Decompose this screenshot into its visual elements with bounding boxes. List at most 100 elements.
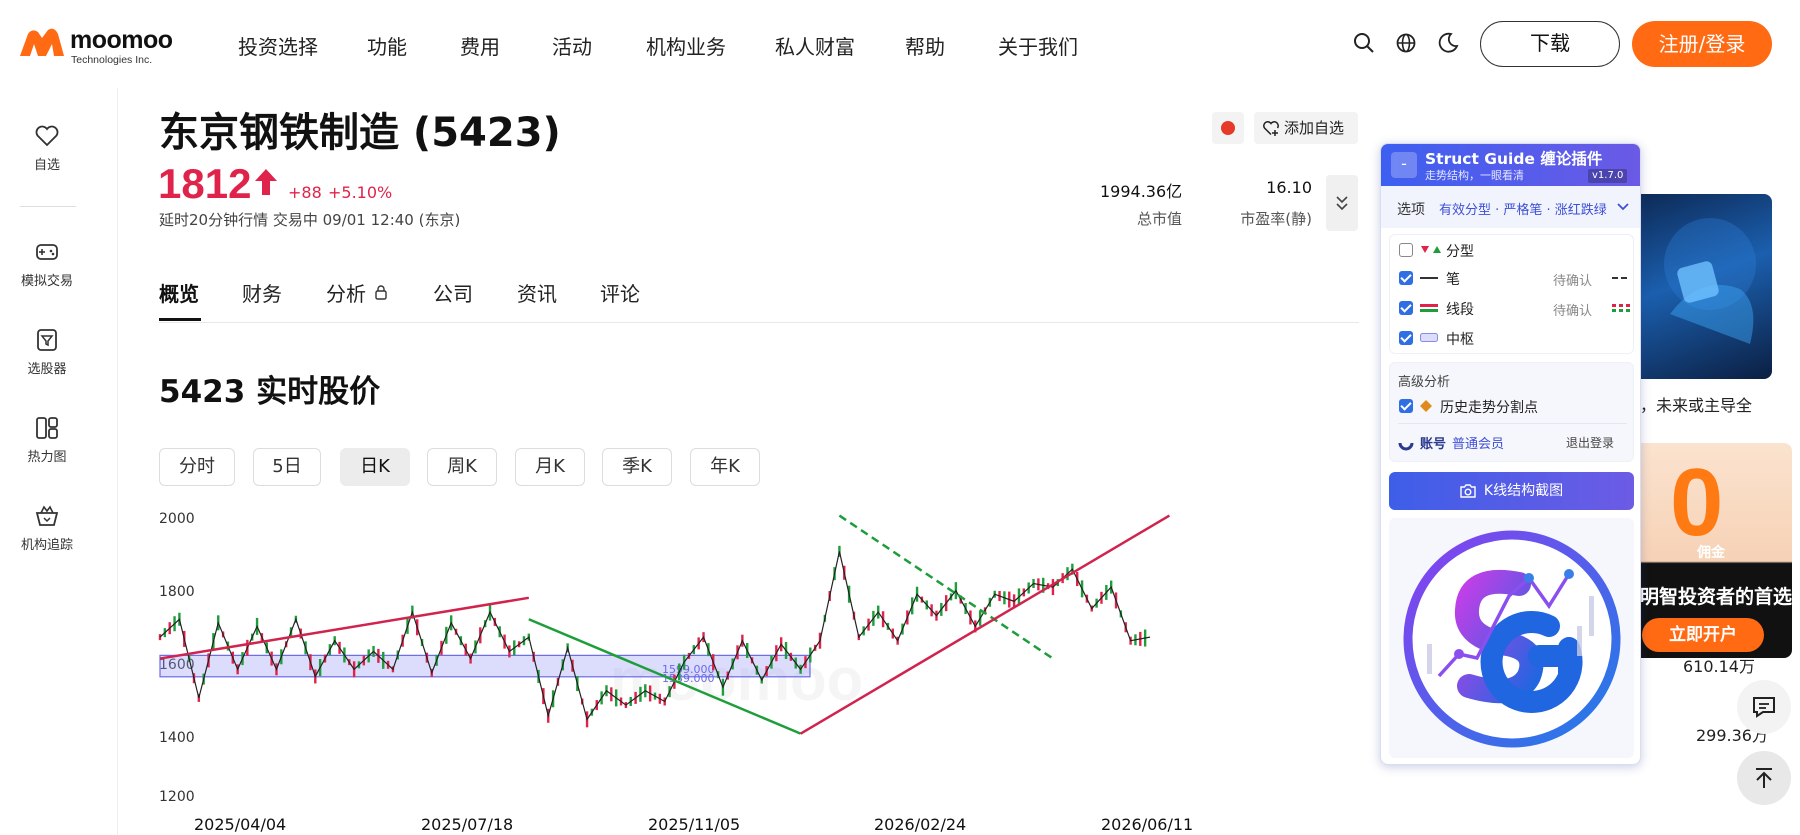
- nav-item-fees[interactable]: 费用: [460, 31, 500, 60]
- period-daily-button[interactable]: 日K: [340, 448, 410, 486]
- period-intraday-button[interactable]: 分时: [159, 448, 235, 486]
- plugin-logo-card: [1389, 518, 1634, 758]
- chat-icon: [1753, 697, 1775, 718]
- camera-icon: [1460, 484, 1476, 498]
- plugin-layers-card: 分型 笔 待确认 线段 待确认 中枢: [1389, 234, 1634, 354]
- plugin-options-dropdown[interactable]: 选项 有效分型 · 严格笔 · 涨红跌绿: [1381, 186, 1640, 228]
- nav-item-investment[interactable]: 投资选择: [238, 31, 318, 60]
- x-tick-label: 2025/04/04: [194, 815, 287, 834]
- download-button[interactable]: 下载: [1480, 21, 1620, 67]
- period-weekly-button[interactable]: 周K: [427, 448, 497, 486]
- tab-comments[interactable]: 评论: [600, 278, 640, 307]
- layer-row-bi[interactable]: 笔 待确认: [1390, 263, 1635, 293]
- plugin-minimize-button[interactable]: -: [1391, 152, 1417, 178]
- account-level: 普通会员: [1452, 437, 1505, 452]
- period-5day-button[interactable]: 5日: [253, 448, 321, 486]
- register-login-button[interactable]: 注册/登录: [1632, 21, 1772, 67]
- tab-overview[interactable]: 概览: [159, 278, 199, 307]
- x-tick-label: 2026/02/24: [874, 815, 967, 834]
- heart-plus-icon: [1263, 121, 1279, 136]
- lock-icon: [375, 285, 387, 300]
- stock-title: 东京钢铁制造 (5423): [159, 110, 561, 156]
- account-row: 账号 普通会员 退出登录: [1390, 427, 1635, 457]
- fractal-label: 分型: [1446, 244, 1474, 260]
- advanced-title: 高级分析: [1398, 375, 1451, 390]
- crown-basket-icon: [35, 505, 59, 526]
- commission-label: 佣金: [1697, 545, 1725, 561]
- nav-item-features[interactable]: 功能: [367, 31, 407, 60]
- live-status-button[interactable]: [1212, 112, 1244, 144]
- tab-news[interactable]: 资讯: [517, 278, 557, 307]
- nav-item-help[interactable]: 帮助: [905, 31, 945, 60]
- segment-dash-icon: [1612, 304, 1630, 312]
- price-chart[interactable]: moomoo 1599.000 1539.000: [150, 500, 1330, 812]
- quote-delay-info: 延时20分钟行情 交易中 09/01 12:40 (东京): [159, 211, 461, 229]
- bi-dash-icon: [1612, 277, 1627, 279]
- advanced-row-history-split[interactable]: 历史走势分割点: [1390, 391, 1635, 421]
- price-change-pct: +5.10%: [328, 183, 393, 202]
- layer-row-segment[interactable]: 线段 待确认: [1390, 293, 1635, 323]
- promo-banner-ai[interactable]: [1640, 194, 1772, 379]
- heatmap-icon: [36, 417, 58, 439]
- nav-item-events[interactable]: 活动: [552, 31, 592, 60]
- fractal-checkbox[interactable]: [1399, 243, 1413, 257]
- sidebar-item-screener[interactable]: 选股器: [0, 328, 94, 377]
- kline-screenshot-button[interactable]: K线结构截图: [1389, 472, 1634, 510]
- layer-row-pivot[interactable]: 中枢: [1390, 323, 1635, 353]
- chat-button[interactable]: [1737, 680, 1791, 734]
- expand-stats-button[interactable]: [1326, 175, 1358, 231]
- tab-analysis[interactable]: 分析: [326, 278, 366, 307]
- sidebar-item-institution-tracker[interactable]: 机构追踪: [0, 504, 94, 553]
- pe-label: 市盈率(静): [1240, 210, 1312, 228]
- search-icon[interactable]: [1352, 31, 1376, 55]
- nav-item-private-wealth[interactable]: 私人财富: [775, 31, 855, 60]
- segment-checkbox[interactable]: [1399, 301, 1413, 315]
- segment-line-icon: [1420, 304, 1438, 312]
- period-yearly-button[interactable]: 年K: [690, 448, 760, 486]
- market-cap-label: 总市值: [1136, 210, 1182, 228]
- period-quarterly-button[interactable]: 季K: [602, 448, 672, 486]
- add-watchlist-button[interactable]: 添加自选: [1254, 112, 1358, 144]
- gamepad-icon: [36, 244, 58, 260]
- back-to-top-button[interactable]: [1737, 751, 1791, 805]
- pe-value: 16.10: [1266, 178, 1312, 197]
- tab-company[interactable]: 公司: [433, 278, 473, 307]
- sidebar-item-heatmap[interactable]: 热力图: [0, 416, 94, 465]
- globe-icon[interactable]: [1394, 31, 1418, 55]
- fractal-triangles-icon: [1421, 246, 1441, 253]
- bi-checkbox[interactable]: [1399, 271, 1413, 285]
- history-split-checkbox[interactable]: [1399, 399, 1413, 413]
- sidebar-item-label: 模拟交易: [20, 274, 73, 289]
- moon-icon[interactable]: [1436, 31, 1460, 55]
- nav-item-about[interactable]: 关于我们: [998, 31, 1078, 60]
- moomoo-bull-icon: [20, 28, 64, 56]
- logout-link[interactable]: 退出登录: [1566, 434, 1614, 451]
- tab-financials[interactable]: 财务: [242, 278, 282, 307]
- chevron-double-down-icon: [1336, 196, 1348, 211]
- struct-guide-logo-icon: [1403, 530, 1621, 748]
- active-tab-indicator: [159, 318, 201, 321]
- bi-line-icon: [1420, 277, 1438, 279]
- sidebar-item-label: 选股器: [27, 362, 67, 377]
- options-label: 选项: [1397, 202, 1425, 218]
- advanced-divider: [1398, 423, 1627, 424]
- sidebar-item-label: 热力图: [27, 450, 67, 465]
- market-cap-value: 1994.36亿: [1100, 182, 1183, 201]
- brand-subtitle: Technologies Inc.: [71, 54, 153, 66]
- pivot-checkbox[interactable]: [1399, 331, 1413, 345]
- nav-item-institutional[interactable]: 机构业务: [646, 31, 726, 60]
- sidebar-item-watchlist[interactable]: 自选: [0, 124, 94, 173]
- x-tick-label: 2025/07/18: [421, 815, 514, 834]
- sidebar-item-paper-trading[interactable]: 模拟交易: [0, 240, 94, 289]
- stock-price: 1812: [158, 160, 252, 207]
- sidebar-divider: [20, 206, 76, 207]
- diamond-icon: [1420, 400, 1432, 412]
- moomoo-logo[interactable]: moomoo Technologies Inc.: [18, 24, 188, 68]
- bi-label: 笔: [1446, 272, 1460, 288]
- open-account-button[interactable]: 立即开户: [1642, 618, 1764, 652]
- sidebar-item-label: 自选: [33, 158, 60, 173]
- period-monthly-button[interactable]: 月K: [515, 448, 585, 486]
- layer-row-fractal[interactable]: 分型: [1390, 235, 1635, 265]
- pivot-box-icon: [1420, 333, 1438, 342]
- sidebar-item-label: 机构追踪: [20, 538, 73, 553]
